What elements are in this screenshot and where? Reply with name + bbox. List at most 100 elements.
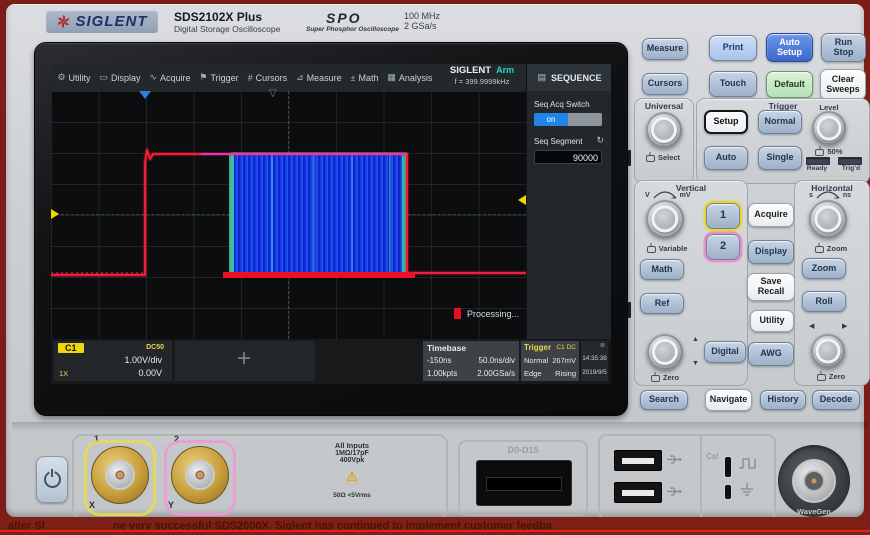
digital-button[interactable]: Digital — [704, 341, 746, 363]
clear-sweeps-button[interactable]: Clear Sweeps — [820, 69, 866, 100]
trigger-delay-marker[interactable] — [139, 91, 151, 99]
seq-segment-input[interactable]: 90000 — [534, 150, 602, 164]
menu-item-math[interactable]: ± Math — [351, 73, 379, 83]
horizontal-zero-label: Zero — [794, 372, 868, 381]
universal-knob[interactable] — [646, 112, 682, 148]
clock-date: 2019/9/5 — [581, 369, 608, 376]
channel1-offset-marker[interactable] — [51, 209, 59, 219]
ref-button[interactable]: Ref — [640, 293, 684, 314]
print-button[interactable]: Print — [709, 35, 757, 61]
trigger-descriptor[interactable]: Trigger C1 DC Normal 267mV Edge Rising — [521, 341, 579, 381]
run-stop-button[interactable]: Run Stop — [821, 33, 866, 62]
menu-item-trigger[interactable]: ⚑ Trigger — [199, 72, 238, 83]
vertical-scale-knob[interactable] — [646, 200, 684, 238]
seq-segment-label: Seq Segment — [534, 137, 582, 146]
processing-icon — [454, 308, 461, 319]
trigger-normal-button[interactable]: Normal — [758, 110, 802, 134]
display-button[interactable]: Display — [748, 240, 794, 264]
cursor-info-box[interactable]: + — [175, 341, 315, 381]
menu-item-measure[interactable]: ⊿ Measure — [296, 72, 342, 83]
acquire-button[interactable]: Acquire — [748, 203, 794, 227]
menu-item-cursors[interactable]: # Cursors — [248, 73, 288, 83]
channel1-button[interactable]: 1 — [706, 203, 740, 229]
right-arrow-icon: ▶ — [842, 322, 847, 330]
spo-subtitle: Super Phosphor Oscilloscope — [306, 26, 399, 33]
push-knob-icon — [647, 246, 656, 253]
model-subtitle: Digital Storage Oscilloscope — [174, 24, 280, 34]
trigger-setup-button[interactable]: Setup — [704, 110, 748, 134]
cal-label: Cal — [706, 452, 718, 461]
trigd-label: Trig'd — [836, 165, 866, 172]
trigger-position-marker[interactable]: ▽ — [269, 88, 277, 99]
measure-button[interactable]: Measure — [642, 38, 688, 60]
crosshair-icon: + — [237, 345, 251, 373]
acq-state: Arm — [496, 65, 514, 75]
trigger-mode: Normal — [524, 356, 548, 365]
status-icon: ≣ — [600, 342, 605, 349]
channel1-bnc-connector — [91, 446, 149, 504]
refresh-icon[interactable]: ↻ — [596, 135, 604, 146]
math-button[interactable]: Math — [640, 259, 684, 280]
sequence-title: SEQUENCE — [551, 73, 602, 83]
channel1-axis-label: X — [89, 500, 95, 510]
awg-button[interactable]: AWG — [748, 342, 794, 366]
panel-tick — [628, 150, 631, 166]
menu-item-acquire[interactable]: ∿ Acquire — [149, 72, 190, 83]
zoom-button[interactable]: Zoom — [802, 258, 846, 279]
siglent-pinwheel-icon — [56, 14, 71, 29]
menu-item-utility[interactable]: ⚙ Utility — [57, 72, 90, 83]
channel2-button[interactable]: 2 — [706, 234, 740, 260]
variable-label: Variable — [634, 244, 700, 253]
acquire-icon: ∿ — [149, 72, 157, 83]
navigate-button[interactable]: Navigate — [705, 389, 752, 411]
roll-button[interactable]: Roll — [802, 291, 846, 312]
trigger-level-marker[interactable] — [518, 195, 526, 205]
sequence-dialog-header[interactable]: ▤ SEQUENCE — [526, 64, 611, 91]
seq-acq-switch-label: Seq Acq Switch — [534, 100, 604, 109]
horizontal-position-knob[interactable] — [811, 334, 845, 368]
utility-button[interactable]: Utility — [750, 310, 794, 332]
timebase-descriptor[interactable]: Timebase -150ns 50.0ns/div 1.00kpts 2.00… — [423, 341, 519, 381]
vertical-position-knob[interactable] — [647, 334, 683, 370]
squarewave-icon — [738, 457, 758, 470]
wavegen-label: WaveGen — [778, 507, 850, 516]
usb-icon — [666, 486, 682, 497]
coupling-value: DC50 — [146, 344, 164, 351]
usb-port-1 — [614, 450, 662, 471]
power-button[interactable] — [36, 456, 68, 503]
touch-button[interactable]: Touch — [709, 71, 757, 97]
trigger-level-knob[interactable] — [812, 111, 846, 145]
cal-slot-2 — [724, 484, 732, 500]
decode-button[interactable]: Decode — [812, 390, 860, 410]
cursors-icon: # — [248, 73, 253, 83]
screen: ⚙ Utility ▭ Display ∿ Acquire ⚑ Trigger … — [51, 64, 611, 384]
oscilloscope-front-panel: SIGLENT SDS2102X Plus Digital Storage Os… — [0, 0, 870, 535]
horizontal-scale-knob[interactable] — [809, 200, 847, 238]
menu-items: ⚙ Utility ▭ Display ∿ Acquire ⚑ Trigger … — [53, 64, 437, 91]
save-recall-button[interactable]: Save Recall — [747, 273, 795, 301]
samplerate-spec: 2 GSa/s — [404, 21, 437, 31]
trigger-auto-button[interactable]: Auto — [704, 146, 748, 170]
seq-acq-toggle[interactable]: on — [534, 113, 602, 126]
cursors-button[interactable]: Cursors — [642, 73, 688, 95]
waveform-plot — [51, 91, 526, 339]
trigger-type: Edge — [524, 369, 542, 378]
search-button[interactable]: Search — [640, 390, 688, 410]
timebase-delay: -150ns — [427, 356, 451, 365]
channel1-descriptor[interactable]: C1 DC50 1.00V/div 1X 0.00V — [54, 341, 172, 381]
horizontal-zoom-knob-label: Zoom — [794, 244, 868, 253]
timebase-scale: 50.0ns/div — [479, 356, 515, 365]
trigger-single-button[interactable]: Single — [758, 146, 802, 170]
waveform-grid: ▽ Processing... — [51, 91, 526, 339]
default-button[interactable]: Default — [766, 71, 813, 98]
siglent-logo: SIGLENT — [46, 10, 158, 33]
sample-rate: 2.00GSa/s — [477, 369, 515, 378]
menu-item-analysis[interactable]: ▦ Analysis — [387, 72, 432, 83]
trigger-slope: Rising — [555, 369, 576, 378]
menu-item-display[interactable]: ▭ Display — [99, 72, 140, 83]
channel1-badge: C1 — [58, 343, 84, 353]
select-label: Select — [634, 153, 692, 162]
auto-setup-button[interactable]: Auto Setup — [766, 33, 813, 62]
vertical-zero-label: Zero — [638, 373, 692, 382]
history-button[interactable]: History — [760, 390, 806, 410]
